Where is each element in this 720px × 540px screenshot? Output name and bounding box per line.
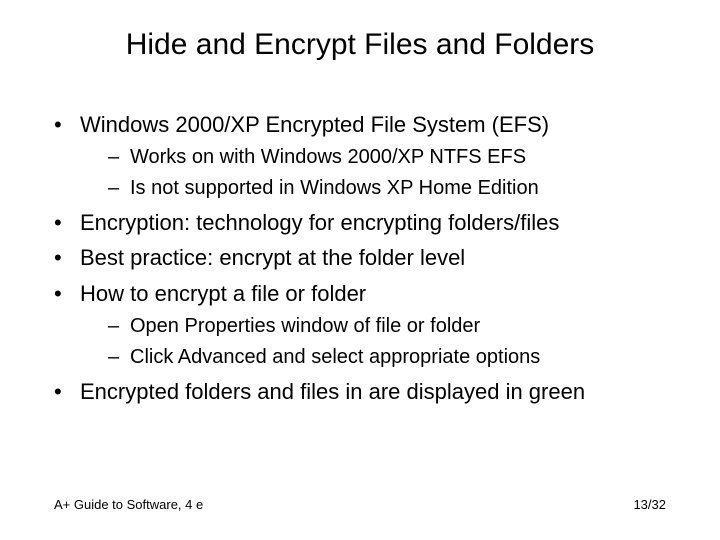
bullet-item: Encryption: technology for encrypting fo…	[54, 208, 680, 238]
slide-title: Hide and Encrypt Files and Folders	[0, 28, 720, 62]
bullet-list: Windows 2000/XP Encrypted File System (E…	[54, 110, 680, 406]
sub-bullet-text: Is not supported in Windows XP Home Edit…	[130, 177, 539, 199]
bullet-text: Best practice: encrypt at the folder lev…	[80, 245, 465, 270]
sub-bullet-item: Open Properties window of file or folder	[108, 313, 680, 340]
sub-bullet-item: Is not supported in Windows XP Home Edit…	[108, 175, 680, 202]
sub-bullet-text: Works on with Windows 2000/XP NTFS EFS	[130, 146, 526, 168]
bullet-text: Windows 2000/XP Encrypted File System (E…	[80, 112, 549, 137]
bullet-item: Windows 2000/XP Encrypted File System (E…	[54, 110, 680, 202]
footer-page-number: 13/32	[633, 497, 666, 512]
sub-bullet-item: Click Advanced and select appropriate op…	[108, 344, 680, 371]
bullet-item: How to encrypt a file or folder Open Pro…	[54, 279, 680, 371]
bullet-item: Best practice: encrypt at the folder lev…	[54, 243, 680, 273]
sub-bullet-list: Open Properties window of file or folder…	[80, 313, 680, 371]
slide: Hide and Encrypt Files and Folders Windo…	[0, 0, 720, 540]
sub-bullet-list: Works on with Windows 2000/XP NTFS EFS I…	[80, 144, 680, 202]
footer-source: A+ Guide to Software, 4 e	[54, 497, 203, 512]
bullet-text: How to encrypt a file or folder	[80, 281, 366, 306]
sub-bullet-item: Works on with Windows 2000/XP NTFS EFS	[108, 144, 680, 171]
bullet-text: Encryption: technology for encrypting fo…	[80, 210, 559, 235]
bullet-item: Encrypted folders and files in are displ…	[54, 377, 680, 407]
sub-bullet-text: Open Properties window of file or folder	[130, 315, 480, 337]
sub-bullet-text: Click Advanced and select appropriate op…	[130, 346, 540, 368]
slide-body: Windows 2000/XP Encrypted File System (E…	[54, 110, 680, 412]
bullet-text: Encrypted folders and files in are displ…	[80, 379, 585, 404]
